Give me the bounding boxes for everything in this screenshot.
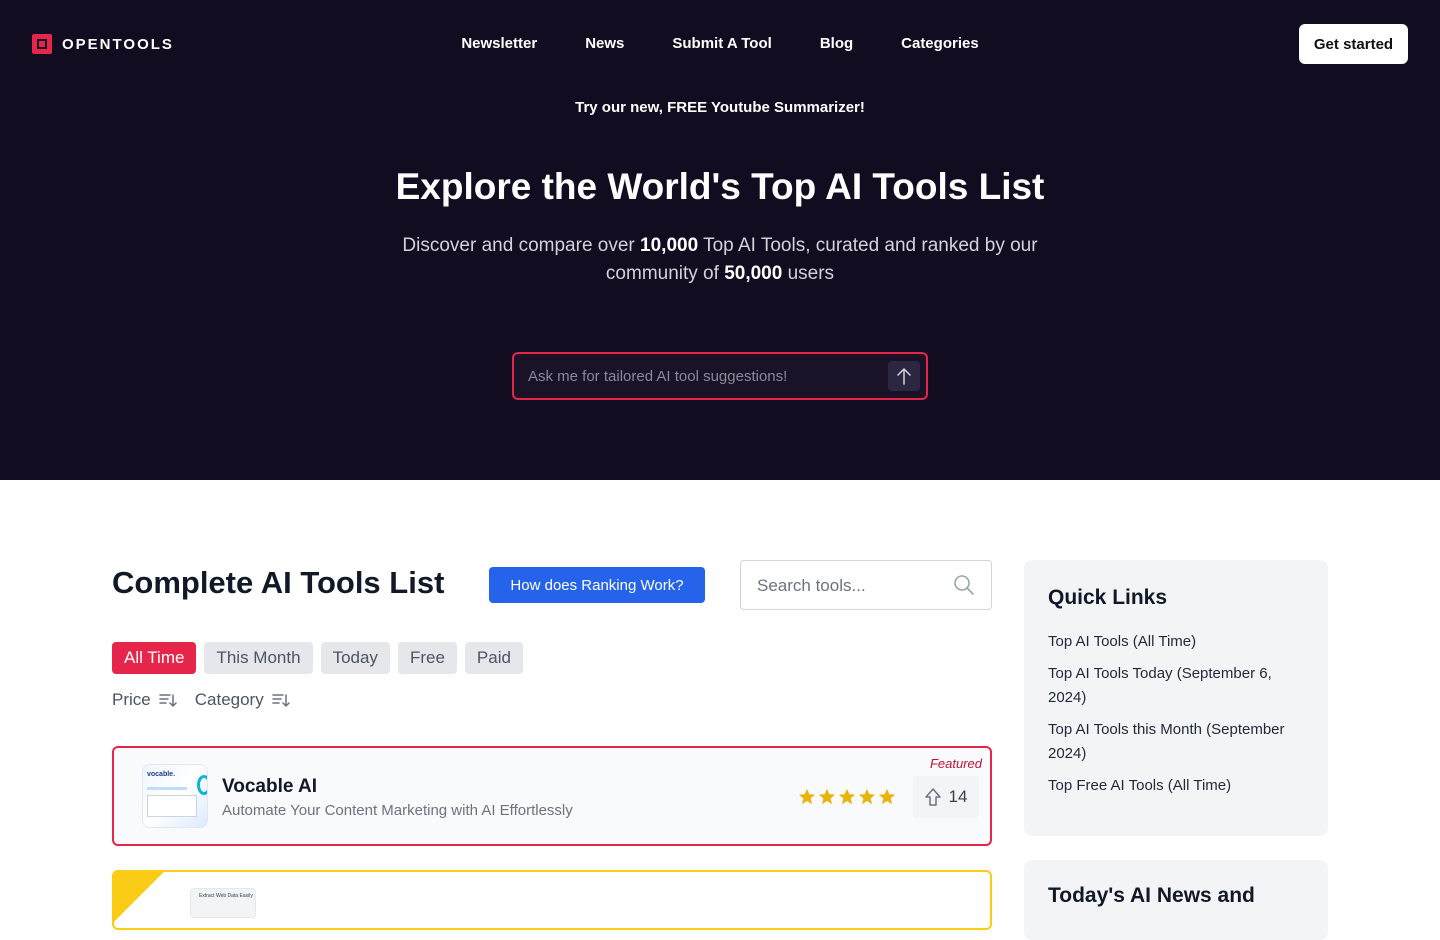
star-icon	[838, 788, 856, 805]
tool-card[interactable]: vocable. Vocable AI Automate Your Conten…	[112, 746, 992, 846]
quick-link-today[interactable]: Top AI Tools Today (September 6, 2024)	[1048, 662, 1308, 710]
nav-item-newsletter[interactable]: Newsletter	[461, 35, 537, 52]
ask-submit-button[interactable]	[888, 361, 920, 391]
search-tools-box	[740, 560, 992, 610]
thumbnail-text: Extract Web Data Easily	[199, 893, 253, 899]
promo-link[interactable]: Try our new, FREE Youtube Summarizer!	[0, 99, 1440, 116]
quick-link-free[interactable]: Top Free AI Tools (All Time)	[1048, 774, 1308, 798]
star-icon	[818, 788, 836, 805]
filter-today[interactable]: Today	[320, 642, 390, 674]
quick-link-all-time[interactable]: Top AI Tools (All Time)	[1048, 630, 1308, 654]
tool-thumbnail[interactable]: vocable.	[142, 764, 208, 828]
sort-category[interactable]: Category	[195, 690, 290, 710]
how-ranking-works-button[interactable]: How does Ranking Work?	[489, 567, 705, 603]
arrow-up-icon	[897, 368, 911, 385]
tool-name[interactable]: Vocable AI	[222, 776, 317, 798]
nav-item-submit-a-tool[interactable]: Submit A Tool	[672, 35, 771, 52]
news-panel: Today's AI News and	[1024, 860, 1328, 940]
corner-ribbon	[114, 872, 166, 924]
sort-icon	[271, 694, 290, 707]
upvote-button[interactable]: 14	[913, 776, 979, 818]
sort-price-label: Price	[112, 690, 151, 709]
upvote-count: 14	[948, 787, 968, 806]
quick-links-title: Quick Links	[1048, 586, 1168, 609]
filter-paid[interactable]: Paid	[464, 642, 523, 674]
filter-all-time[interactable]: All Time	[112, 642, 197, 674]
tool-description: Automate Your Content Marketing with AI …	[222, 802, 573, 819]
quick-links-list: Top AI Tools (All Time) Top AI Tools Tod…	[1048, 630, 1308, 806]
get-started-button[interactable]: Get started	[1299, 24, 1408, 64]
search-tools-input[interactable]	[757, 574, 947, 598]
nav-item-blog[interactable]: Blog	[820, 35, 853, 52]
upvote-arrow-icon	[924, 788, 941, 806]
tools-count: 10,000	[640, 235, 699, 256]
main-nav: Newsletter News Submit A Tool Blog Categ…	[0, 35, 1440, 52]
sort-price[interactable]: Price	[112, 690, 177, 710]
hero-subtitle: Discover and compare over 10,000 Top AI …	[402, 235, 1038, 284]
sort-category-label: Category	[194, 690, 264, 709]
star-icon	[858, 788, 876, 805]
star-icon	[878, 788, 896, 805]
tool-thumbnail[interactable]: Extract Web Data Easily	[190, 888, 256, 918]
ask-input[interactable]	[528, 364, 868, 388]
sort-controls: Price Category	[112, 690, 290, 710]
rating-stars	[798, 788, 896, 806]
filter-this-month[interactable]: This Month	[204, 642, 313, 674]
search-icon[interactable]	[953, 574, 975, 596]
star-icon	[798, 788, 816, 805]
quick-links-panel: Quick Links Top AI Tools (All Time) Top …	[1024, 560, 1328, 836]
featured-badge: Featured	[929, 756, 982, 771]
nav-item-categories[interactable]: Categories	[901, 35, 979, 52]
sort-icon	[158, 694, 177, 707]
thumbnail-text: vocable.	[147, 771, 176, 778]
ask-box	[512, 352, 928, 400]
hero-section: OPENTOOLS Newsletter News Submit A Tool …	[0, 0, 1440, 480]
tool-card[interactable]: Extract Web Data Easily	[112, 870, 992, 930]
time-filters: All Time This Month Today Free Paid	[112, 642, 523, 674]
nav-item-news[interactable]: News	[585, 35, 624, 52]
news-panel-title: Today's AI News and	[1048, 884, 1255, 907]
users-count: 50,000	[724, 263, 783, 284]
quick-link-this-month[interactable]: Top AI Tools this Month (September 2024)	[1048, 718, 1308, 766]
list-title: Complete AI Tools List	[112, 565, 445, 600]
hero-title: Explore the World's Top AI Tools List	[395, 166, 1045, 207]
filter-free[interactable]: Free	[397, 642, 457, 674]
